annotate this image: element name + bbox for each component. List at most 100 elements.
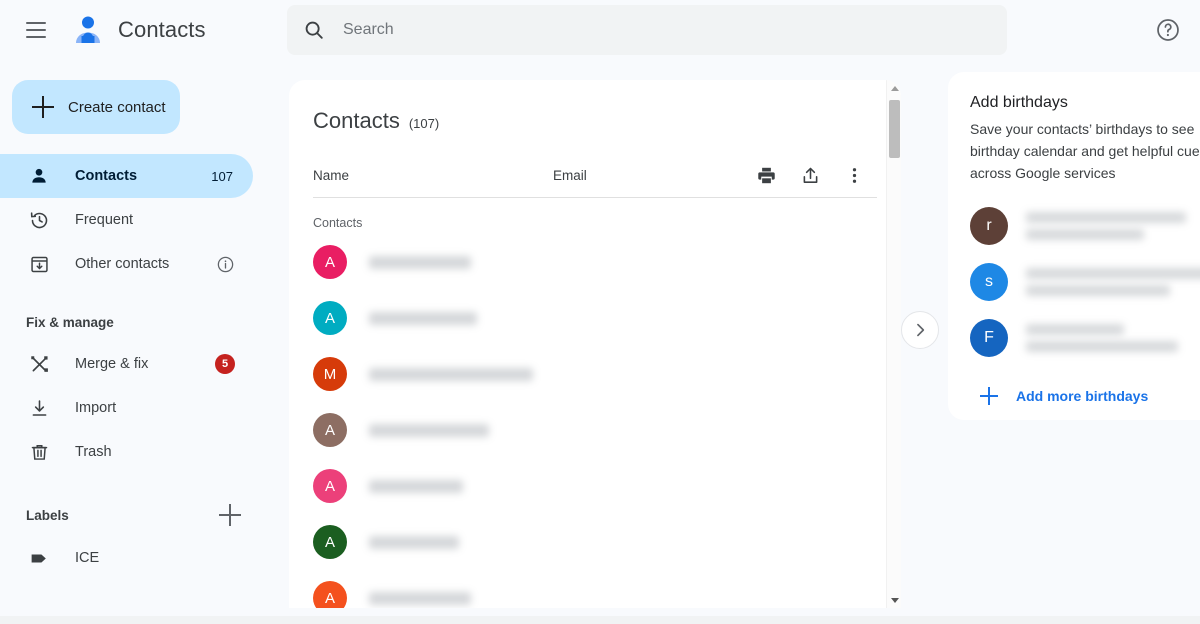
table-row[interactable]: A bbox=[313, 290, 877, 346]
contact-name-redacted bbox=[369, 535, 459, 549]
primary-nav: Contacts 107 Frequent Other contacts bbox=[0, 154, 285, 286]
search-bar[interactable] bbox=[287, 5, 1007, 55]
sidebar-item-label: ICE bbox=[75, 550, 100, 566]
person-icon bbox=[28, 165, 50, 187]
list-item[interactable]: F bbox=[970, 310, 1200, 366]
hamburger-menu-icon[interactable] bbox=[12, 6, 60, 54]
avatar: r bbox=[970, 207, 1008, 245]
table-actions bbox=[755, 165, 871, 187]
table-row[interactable]: A bbox=[313, 458, 877, 514]
scroll-down-arrow[interactable] bbox=[887, 592, 901, 608]
avatar: F bbox=[970, 319, 1008, 357]
status-badge: 5 bbox=[215, 354, 235, 374]
table-row[interactable]: A bbox=[313, 234, 877, 290]
avatar: A bbox=[313, 245, 347, 279]
info-circle-icon[interactable] bbox=[216, 255, 235, 274]
contact-email-redacted bbox=[1026, 285, 1170, 296]
help-circle-icon[interactable] bbox=[1152, 14, 1184, 46]
sidebar-item-label: Import bbox=[75, 400, 117, 416]
contacts-list-card: Contacts (107) Name Email Contacts A A M… bbox=[289, 80, 901, 608]
contact-name-redacted bbox=[1026, 268, 1200, 279]
contact-email-redacted bbox=[1026, 341, 1178, 352]
contact-name-redacted bbox=[369, 367, 533, 381]
upload-icon[interactable] bbox=[799, 165, 821, 187]
sidebar-item-frequent[interactable]: Frequent bbox=[0, 198, 253, 242]
column-header-name: Name bbox=[313, 168, 350, 183]
contact-name-redacted bbox=[369, 591, 471, 605]
sidebar-item-label: Merge & fix bbox=[75, 356, 149, 372]
panel-title: Add birthdays bbox=[970, 94, 1068, 111]
contact-email-redacted bbox=[1026, 229, 1144, 240]
contacts-title-row: Contacts (107) bbox=[313, 108, 877, 134]
contacts-app: Contacts Create contact bbox=[0, 0, 1200, 624]
add-more-birthdays-button[interactable]: Add more birthdays bbox=[970, 376, 1200, 416]
fix-and-manage-list: Merge & fix 5 Import Trash bbox=[0, 342, 285, 474]
page-title: Contacts bbox=[118, 17, 206, 42]
contacts-person-logo bbox=[70, 12, 106, 48]
scrollbar-track[interactable] bbox=[887, 96, 901, 592]
scrollbar-thumb[interactable] bbox=[889, 100, 900, 158]
sidebar-item-label: Contacts bbox=[75, 168, 138, 184]
sidebar: Create contact Contacts 107 Frequent Oth… bbox=[0, 60, 285, 624]
label-tag-icon bbox=[28, 547, 50, 569]
archive-down-icon bbox=[28, 253, 50, 275]
sidebar-item-label-ice[interactable]: ICE bbox=[0, 536, 253, 580]
contacts-total-count: (107) bbox=[408, 116, 440, 131]
table-row[interactable]: A bbox=[313, 570, 877, 608]
menu-line bbox=[26, 36, 46, 38]
avatar: M bbox=[313, 357, 347, 391]
birthday-contact-redacted bbox=[1026, 324, 1178, 352]
add-more-birthdays-label: Add more birthdays bbox=[1016, 388, 1149, 404]
contact-name-redacted bbox=[369, 255, 471, 269]
column-header-email: Email bbox=[553, 168, 587, 183]
table-header: Name Email bbox=[313, 154, 877, 198]
download-icon bbox=[28, 397, 50, 419]
add-label-plus-icon[interactable] bbox=[219, 504, 241, 526]
avatar: A bbox=[313, 581, 347, 608]
avatar: A bbox=[313, 413, 347, 447]
list-item[interactable]: r bbox=[970, 198, 1200, 254]
sidebar-item-import[interactable]: Import bbox=[0, 386, 253, 430]
table-row[interactable]: A bbox=[313, 514, 877, 570]
chevron-right-icon[interactable] bbox=[901, 311, 939, 349]
contact-name-redacted bbox=[1026, 212, 1186, 223]
contacts-list-inner: Contacts (107) Name Email Contacts A A M… bbox=[289, 80, 901, 608]
history-icon bbox=[28, 209, 50, 231]
sidebar-item-label: Frequent bbox=[75, 212, 134, 228]
sidebar-item-label: Trash bbox=[75, 444, 112, 460]
avatar: s bbox=[970, 263, 1008, 301]
list-item[interactable]: s bbox=[970, 254, 1200, 310]
plus-icon bbox=[980, 387, 998, 405]
contacts-scrollbar[interactable] bbox=[886, 80, 901, 608]
sidebar-item-merge-and-fix[interactable]: Merge & fix 5 bbox=[0, 342, 253, 386]
table-row[interactable]: A bbox=[313, 402, 877, 458]
labels-header: Labels bbox=[0, 500, 285, 530]
contact-name-redacted bbox=[369, 479, 463, 493]
sidebar-item-other-contacts[interactable]: Other contacts bbox=[0, 242, 253, 286]
plus-icon bbox=[32, 96, 54, 118]
labels-heading: Labels bbox=[26, 507, 69, 523]
contacts-rows: A A M A A A A bbox=[313, 234, 877, 608]
more-vertical-icon[interactable] bbox=[843, 165, 865, 187]
avatar: A bbox=[313, 301, 347, 335]
trash-icon bbox=[28, 441, 50, 463]
contacts-group-label: Contacts bbox=[313, 216, 363, 230]
sidebar-item-contacts[interactable]: Contacts 107 bbox=[0, 154, 253, 198]
search-input[interactable] bbox=[343, 15, 983, 45]
print-icon[interactable] bbox=[755, 165, 777, 187]
fix-and-manage-heading: Fix & manage bbox=[26, 314, 114, 330]
merge-tools-icon bbox=[28, 353, 50, 375]
table-row[interactable]: M bbox=[313, 346, 877, 402]
brand[interactable]: Contacts bbox=[70, 12, 206, 48]
avatar: A bbox=[313, 469, 347, 503]
add-birthdays-panel: Add birthdays Save your contacts’ birthd… bbox=[948, 72, 1200, 420]
sidebar-item-label: Other contacts bbox=[75, 256, 170, 272]
contact-name-redacted bbox=[369, 311, 477, 325]
avatar: A bbox=[313, 525, 347, 559]
search-icon bbox=[303, 19, 325, 41]
create-contact-button[interactable]: Create contact bbox=[12, 80, 180, 134]
sidebar-item-trash[interactable]: Trash bbox=[0, 430, 253, 474]
panel-description: Save your contacts’ birthdays to see bir… bbox=[970, 121, 1200, 181]
birthday-contact-redacted bbox=[1026, 268, 1200, 296]
scroll-up-arrow[interactable] bbox=[887, 80, 901, 96]
